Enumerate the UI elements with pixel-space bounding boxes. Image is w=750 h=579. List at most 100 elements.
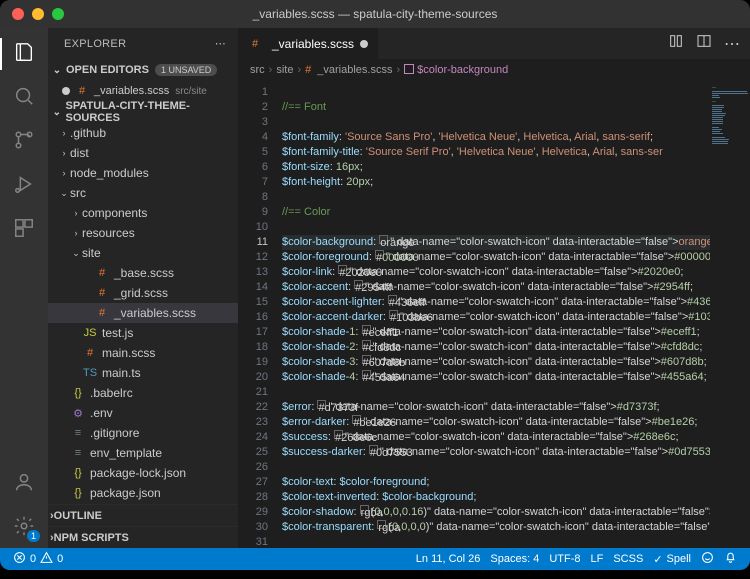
- open-editors-section[interactable]: ⌄ OPEN EDITORS 1 UNSAVED: [48, 59, 238, 81]
- minimap-line: [712, 131, 720, 132]
- code-line[interactable]: $color-text: $color-foreground;: [282, 475, 710, 490]
- outline-section[interactable]: › OUTLINE: [48, 504, 238, 526]
- file-label: _base.scss: [114, 266, 174, 280]
- minimap-line: [712, 95, 719, 96]
- file-item[interactable]: #main.scss: [48, 343, 238, 363]
- code-line[interactable]: $success: #268e6c" data-name="color-swat…: [282, 430, 710, 445]
- open-editor-item[interactable]: #_variables.scsssrc/site: [48, 81, 238, 101]
- status-problems[interactable]: 0 0: [8, 551, 68, 567]
- breadcrumb-part[interactable]: site: [276, 64, 293, 76]
- code-line[interactable]: $color-shade-4: #455a64" data-name="colo…: [282, 370, 710, 385]
- code-line[interactable]: $color-accent: #2954ff" data-name="color…: [282, 280, 710, 295]
- file-item[interactable]: ≡.gitignore: [48, 423, 238, 443]
- code-line[interactable]: $color-link: #2020e0" data-name="color-s…: [282, 265, 710, 280]
- explorer-more-icon[interactable]: ⋯: [215, 37, 226, 50]
- file-item[interactable]: #_variables.scss: [48, 303, 238, 323]
- file-item[interactable]: JStest.js: [48, 323, 238, 343]
- code-line[interactable]: $color-background: orange" data-name="co…: [282, 235, 710, 250]
- code-line[interactable]: [282, 385, 710, 400]
- window-titlebar: _variables.scss — spatula-city-theme-sou…: [0, 0, 750, 28]
- code-line[interactable]: [282, 190, 710, 205]
- split-editor-icon[interactable]: [696, 33, 712, 54]
- code-line[interactable]: [282, 220, 710, 235]
- folder-item[interactable]: ⌄src: [48, 183, 238, 203]
- compare-changes-icon[interactable]: [668, 33, 684, 54]
- activity-debug[interactable]: [0, 166, 48, 206]
- breadcrumb-part[interactable]: _variables.scss: [317, 64, 392, 76]
- file-item[interactable]: ⚙.env: [48, 403, 238, 423]
- status-spell[interactable]: ✓Spell: [648, 551, 696, 567]
- file-label: package-lock.json: [90, 466, 186, 480]
- status-cursor[interactable]: Ln 11, Col 26: [411, 551, 486, 567]
- activity-extensions[interactable]: [0, 210, 48, 250]
- code-line[interactable]: [282, 85, 710, 100]
- npm-scripts-section[interactable]: › NPM SCRIPTS: [48, 526, 238, 548]
- folder-item[interactable]: ›.github: [48, 123, 238, 143]
- file-item[interactable]: {}.babelrc: [48, 383, 238, 403]
- cfg-icon: ⚙: [70, 405, 86, 421]
- line-number: 24: [238, 430, 268, 445]
- file-item[interactable]: #_grid.scss: [48, 283, 238, 303]
- code-line[interactable]: $font-family: 'Source Sans Pro', 'Helvet…: [282, 130, 710, 145]
- status-feedback[interactable]: [696, 551, 719, 567]
- project-section[interactable]: ⌄ SPATULA-CITY-THEME-SOURCES: [48, 101, 238, 123]
- code-line[interactable]: $font-size: 16px;: [282, 160, 710, 175]
- code-line[interactable]: [282, 535, 710, 548]
- code-line[interactable]: $color-shade-2: #cfd8dc" data-name="colo…: [282, 340, 710, 355]
- code-line[interactable]: $color-foreground: #000000" data-name="c…: [282, 250, 710, 265]
- folder-item[interactable]: ›dist: [48, 143, 238, 163]
- explorer-sidebar: EXPLORER ⋯ ⌄ OPEN EDITORS 1 UNSAVED #_va…: [48, 28, 238, 548]
- code-line[interactable]: $font-height: 20px;: [282, 175, 710, 190]
- folder-item[interactable]: ⌄site: [48, 243, 238, 263]
- file-hint: src/site: [175, 86, 207, 97]
- code-line[interactable]: $success-darker: #0d7553" data-name="col…: [282, 445, 710, 460]
- minimap[interactable]: [710, 81, 750, 548]
- zoom-window-button[interactable]: [52, 8, 64, 20]
- activity-account[interactable]: [0, 464, 48, 504]
- code-line[interactable]: [282, 115, 710, 130]
- code-line[interactable]: $error: #d7373f" data-name="color-swatch…: [282, 400, 710, 415]
- folder-item[interactable]: ›components: [48, 203, 238, 223]
- file-item[interactable]: #_base.scss: [48, 263, 238, 283]
- file-item[interactable]: TSmain.ts: [48, 363, 238, 383]
- file-item[interactable]: {}package.json: [48, 483, 238, 503]
- status-language[interactable]: SCSS: [608, 551, 648, 567]
- code-line[interactable]: $color-shade-1: #eceff1" data-name="colo…: [282, 325, 710, 340]
- breadcrumb-symbol[interactable]: $color-background: [404, 64, 508, 76]
- more-actions-icon[interactable]: ⋯: [724, 34, 740, 54]
- status-indent[interactable]: Spaces: 4: [485, 551, 544, 567]
- minimize-window-button[interactable]: [32, 8, 44, 20]
- code-line[interactable]: [282, 460, 710, 475]
- code-line[interactable]: $color-text-inverted: $color-background;: [282, 490, 710, 505]
- file-item[interactable]: ≡env_template: [48, 443, 238, 463]
- ts-icon: TS: [82, 365, 98, 381]
- status-eol[interactable]: LF: [586, 551, 609, 567]
- code-line[interactable]: $color-accent-darker: #103be6" data-name…: [282, 310, 710, 325]
- code-line[interactable]: //== Color: [282, 205, 710, 220]
- status-notifications[interactable]: [719, 551, 742, 567]
- code-line[interactable]: $error-darker: #be1e26" data-name="color…: [282, 415, 710, 430]
- activity-explorer[interactable]: [0, 34, 48, 74]
- line-number: 4: [238, 130, 268, 145]
- code-line[interactable]: $color-accent-lighter: #436eff" data-nam…: [282, 295, 710, 310]
- minimap-line: [712, 105, 724, 106]
- activity-scm[interactable]: [0, 122, 48, 162]
- code-editor[interactable]: //== Font $font-family: 'Source Sans Pro…: [276, 81, 710, 548]
- activity-search[interactable]: [0, 78, 48, 118]
- code-line[interactable]: $font-family-title: 'Source Serif Pro', …: [282, 145, 710, 160]
- code-line[interactable]: $color-shade-3: #607d8b" data-name="colo…: [282, 355, 710, 370]
- status-encoding[interactable]: UTF-8: [544, 551, 585, 567]
- minimap-line: [712, 109, 722, 110]
- tab-variables-scss[interactable]: # _variables.scss: [238, 28, 379, 59]
- activity-settings[interactable]: 1: [0, 508, 48, 548]
- folder-item[interactable]: ›resources: [48, 223, 238, 243]
- close-window-button[interactable]: [12, 8, 24, 20]
- breadcrumb[interactable]: src › site › # _variables.scss › $color-…: [238, 59, 750, 81]
- code-line[interactable]: //== Font: [282, 100, 710, 115]
- folder-item[interactable]: ›node_modules: [48, 163, 238, 183]
- breadcrumb-part[interactable]: src: [250, 64, 265, 76]
- code-line[interactable]: $color-transparent: rgba(0,0,0,0)" data-…: [282, 520, 710, 535]
- code-line[interactable]: $color-shadow: rgba(0,0,0,0.16)" data-na…: [282, 505, 710, 520]
- file-item[interactable]: {}package-lock.json: [48, 463, 238, 483]
- line-number: 10: [238, 220, 268, 235]
